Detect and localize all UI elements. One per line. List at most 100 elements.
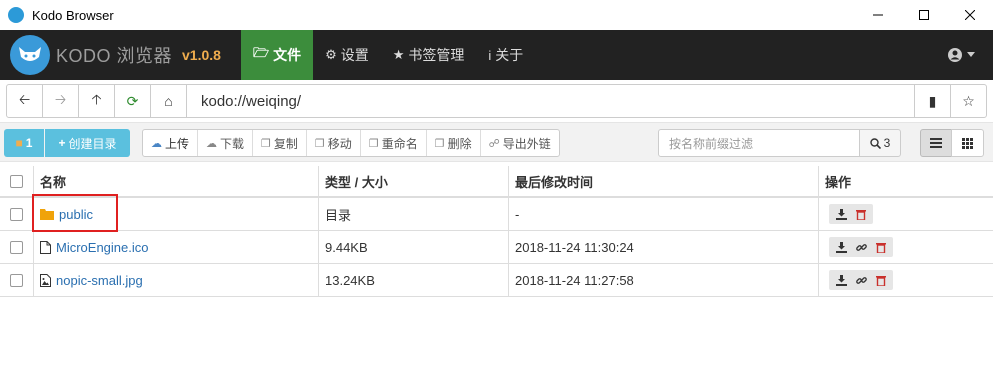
selected-count: 1 [25, 136, 33, 150]
window-titlebar: Kodo Browser [0, 0, 993, 30]
copy-button[interactable]: ❐ 复制 [253, 130, 307, 156]
nav-settings[interactable]: ⚙ 设置 [313, 30, 381, 80]
folder-icon [40, 208, 54, 220]
cloud-upload-icon: ☁ [151, 137, 162, 150]
move-button[interactable]: ❐ 移动 [307, 130, 361, 156]
trash-icon [856, 209, 866, 220]
table-header: 名称 类型 / 大小 最后修改时间 操作 [0, 166, 993, 198]
table-row[interactable]: MicroEngine.ico 9.44KB 2018-11-24 11:30:… [0, 231, 993, 264]
modified-time-cell: 2018-11-24 11:27:58 [508, 264, 818, 296]
header-type-size[interactable]: 类型 / 大小 [318, 166, 508, 196]
nav-bookmarks[interactable]: ★ 书签管理 [381, 30, 477, 80]
list-icon [930, 138, 942, 148]
download-row-button[interactable] [831, 237, 851, 257]
nav-bookmarks-label: 书签管理 [408, 47, 465, 63]
back-button[interactable]: 🡠 [7, 85, 43, 117]
caret-down-icon [967, 52, 975, 57]
download-icon [835, 274, 847, 286]
row-checkbox[interactable] [9, 273, 23, 287]
export-link-button[interactable]: ☍ 导出外链 [481, 130, 559, 156]
filter-search-button[interactable]: 3 [859, 129, 901, 157]
rename-button[interactable]: ❐ 重命名 [361, 130, 427, 156]
close-button[interactable] [947, 0, 993, 30]
selected-count-button[interactable]: ■ 1 [4, 129, 44, 157]
nav-files[interactable]: 🗁 文件 [240, 30, 314, 80]
forward-button[interactable]: 🡢 [43, 85, 79, 117]
filter-count: 3 [883, 136, 891, 150]
header-name[interactable]: 名称 [33, 166, 318, 196]
row-check-cell [0, 264, 32, 296]
modified-time-cell: 2018-11-24 11:30:24 [508, 231, 818, 263]
move-label: 移动 [327, 136, 352, 151]
name-cell: MicroEngine.ico [33, 231, 318, 263]
header-actions: 操作 [818, 166, 993, 196]
bookmark-button[interactable]: ▮ [914, 85, 950, 117]
download-icon [835, 241, 847, 253]
download-row-button[interactable] [831, 270, 851, 290]
refresh-icon: ⟳ [126, 92, 139, 109]
up-button[interactable]: 🡡 [79, 85, 115, 117]
kodo-logo-icon [10, 35, 50, 75]
type-size-cell: 13.24KB [318, 264, 508, 296]
close-icon [965, 10, 975, 20]
cloud-download-icon: ☁ [206, 137, 218, 150]
get-link-button[interactable] [851, 237, 871, 257]
star-button[interactable]: ☆ [950, 85, 986, 117]
star-outline-icon: ☆ [962, 92, 975, 109]
link-icon [855, 243, 867, 251]
row-checkbox[interactable] [9, 207, 23, 221]
image-file-icon [40, 273, 51, 287]
modified-time-cell: - [508, 198, 818, 230]
get-link-button[interactable] [851, 270, 871, 290]
gear-icon: ⚙ [325, 47, 337, 62]
app-icon [8, 7, 24, 23]
maximize-icon [919, 10, 929, 20]
nav-about[interactable]: i 关于 [476, 30, 535, 80]
header-modified-time[interactable]: 最后修改时间 [508, 166, 818, 196]
refresh-button[interactable]: ⟳ [115, 85, 151, 117]
nav-about-label: 关于 [495, 47, 524, 63]
file-name-link[interactable]: MicroEngine.ico [56, 240, 149, 255]
arrow-right-icon: 🡢 [54, 91, 67, 107]
row-checkbox[interactable] [9, 240, 23, 254]
delete-row-button[interactable] [871, 270, 891, 290]
download-row-button[interactable] [831, 204, 851, 224]
delete-button[interactable]: ❐ 删除 [427, 130, 481, 156]
actions-cell [818, 231, 993, 263]
table-row[interactable]: nopic-small.jpg 13.24KB 2018-11-24 11:27… [0, 264, 993, 297]
home-button[interactable]: ⌂ [151, 85, 187, 117]
delete-row-button[interactable] [851, 204, 871, 224]
upload-button[interactable]: ☁ 上传 [143, 130, 199, 156]
grid-view-button[interactable] [951, 129, 984, 157]
maximize-button[interactable] [901, 0, 947, 30]
copy-label: 复制 [273, 136, 298, 151]
name-cell: nopic-small.jpg [33, 264, 318, 296]
file-name-link[interactable]: nopic-small.jpg [56, 273, 143, 288]
list-view-button[interactable] [920, 129, 952, 157]
select-all-checkbox[interactable] [9, 174, 23, 188]
table-row[interactable]: public 目录 - [0, 198, 993, 231]
file-name-link[interactable]: public [59, 207, 93, 222]
user-menu[interactable] [947, 30, 975, 80]
download-button[interactable]: ☁ 下载 [198, 130, 254, 156]
link-icon: ☍ [488, 137, 500, 150]
trash-icon: ❐ [434, 137, 445, 150]
create-directory-button[interactable]: + 创建目录 [45, 129, 130, 157]
row-check-cell [0, 231, 32, 263]
delete-row-button[interactable] [871, 237, 891, 257]
main-navbar: KODO 浏览器 v1.0.8 🗁 文件 ⚙ 设置 ★ 书签管理 i 关于 [0, 30, 993, 80]
minimize-icon [873, 14, 883, 16]
create-directory-label: 创建目录 [68, 136, 117, 151]
export-link-label: 导出外链 [502, 136, 551, 151]
address-bar: 🡠 🡢 🡡 ⟳ ⌂ kodo://weiqing/ ▮ ☆ [6, 84, 987, 118]
minimize-button[interactable] [855, 0, 901, 30]
prefix-filter-input[interactable]: 按名称前缀过滤 [658, 129, 860, 157]
app-version: v1.0.8 [182, 47, 221, 63]
grid-icon [962, 137, 973, 149]
file-toolbar: ■ 1 + 创建目录 ☁ 上传 ☁ 下载 ❐ 复制 ❐ 移动 ❐ 重命名 ❐ 删除 ☍ 导出外… [0, 122, 993, 162]
address-input[interactable]: kodo://weiqing/ [187, 85, 914, 117]
actions-cell [818, 198, 993, 230]
download-icon [835, 208, 847, 220]
trash-icon [876, 242, 886, 253]
app-brand: KODO 浏览器 [56, 46, 173, 66]
